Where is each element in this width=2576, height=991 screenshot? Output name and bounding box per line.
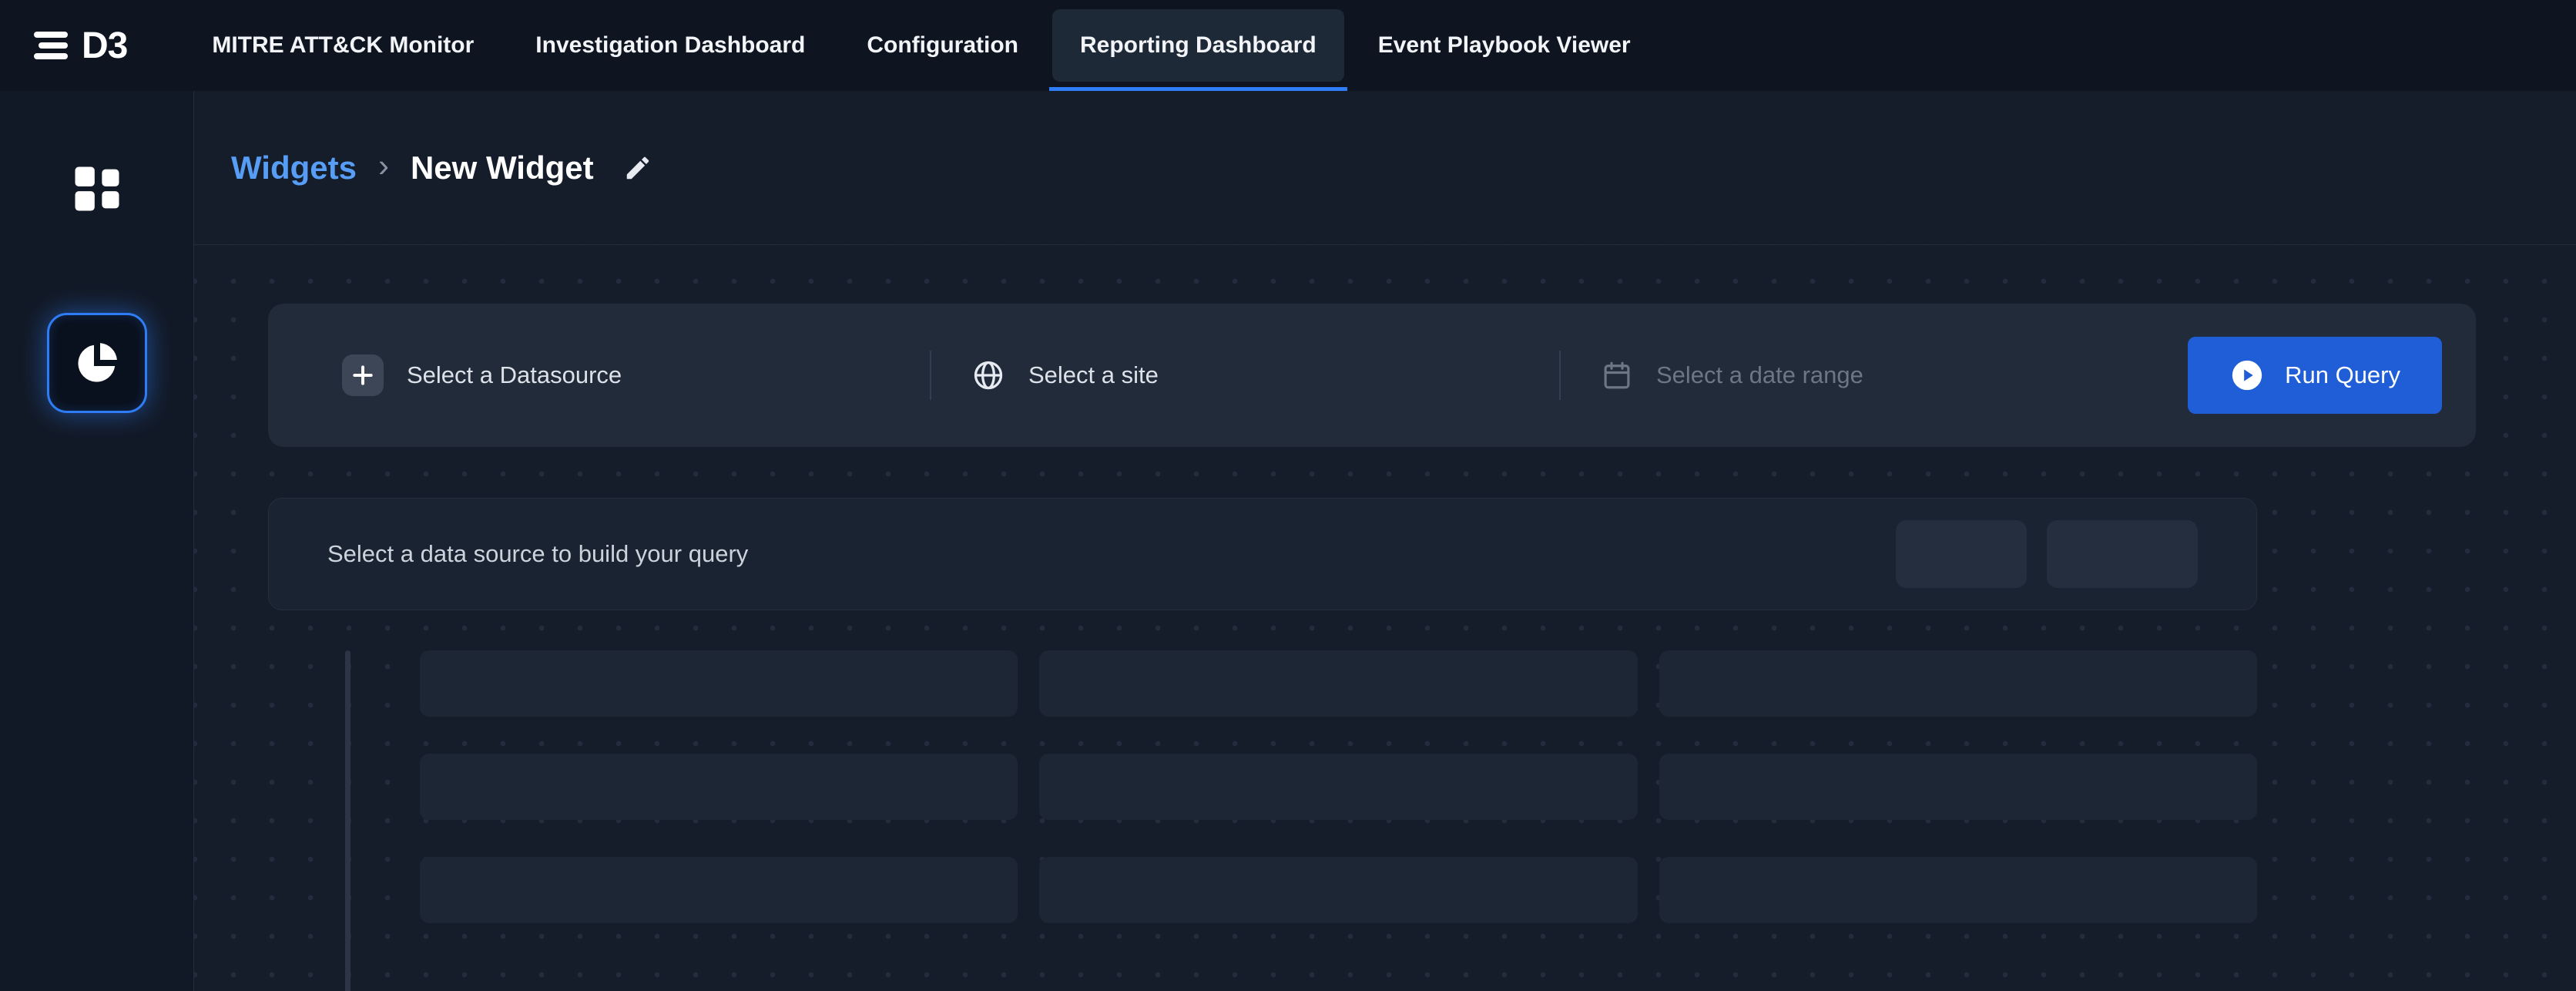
main-nav: MITRE ATT&CK Monitor Investigation Dashb… (181, 0, 1661, 91)
d3-logo-icon (31, 29, 71, 62)
site-selector[interactable]: Select a site (931, 358, 1559, 392)
dashboard-grid-icon (68, 160, 126, 218)
nav-label: Configuration (867, 32, 1018, 59)
page-title: New Widget (411, 149, 594, 186)
builder-empty-message: Select a data source to build your query (327, 540, 748, 568)
skeleton-pill (2047, 520, 2198, 588)
app-shell: Widgets › New Widget Select a D (0, 91, 2576, 991)
skeleton-bar (420, 754, 1018, 820)
skeleton-bar (420, 650, 1018, 717)
nav-investigation-dashboard[interactable]: Investigation Dashboard (505, 0, 836, 91)
skeleton-bar (420, 857, 1018, 923)
skeleton-grid (420, 650, 2257, 923)
pencil-icon (623, 153, 652, 183)
nav-mitre-attack-monitor[interactable]: MITRE ATT&CK Monitor (181, 0, 505, 91)
skeleton-bar (1659, 754, 2257, 820)
top-navbar: D3 MITRE ATT&CK Monitor Investigation Da… (0, 0, 2576, 91)
main-area: Widgets › New Widget Select a D (194, 91, 2576, 991)
skeleton-pill (1896, 520, 2027, 588)
datasource-selector[interactable]: Select a Datasource (302, 354, 930, 396)
plus-icon (351, 363, 375, 388)
nav-label: Reporting Dashboard (1080, 32, 1317, 59)
nav-reporting-dashboard[interactable]: Reporting Dashboard (1049, 0, 1347, 91)
nav-label: Investigation Dashboard (535, 32, 805, 59)
sidebar-item-dashboards[interactable] (47, 139, 147, 239)
skeleton-bar (1039, 754, 1637, 820)
nav-event-playbook-viewer[interactable]: Event Playbook Viewer (1347, 0, 1662, 91)
query-toolbar: Select a Datasource Select a site (268, 304, 2476, 447)
d3-logo[interactable]: D3 (31, 0, 127, 91)
skeleton-bar (1039, 650, 1637, 717)
breadcrumb-widgets-link[interactable]: Widgets (231, 149, 357, 186)
results-skeleton (268, 650, 2476, 991)
date-range-selector[interactable]: Select a date range (1561, 359, 2188, 391)
calendar-icon (1601, 359, 1633, 391)
pie-chart-icon (72, 338, 122, 388)
edit-title-button[interactable] (623, 153, 652, 183)
nav-label: Event Playbook Viewer (1378, 32, 1631, 59)
widget-builder-canvas: Select a Datasource Select a site (194, 245, 2576, 991)
add-datasource-icon-wrap (342, 354, 384, 396)
globe-icon (971, 358, 1005, 392)
site-selector-label: Select a site (1028, 361, 1159, 389)
breadcrumb: Widgets › New Widget (194, 91, 2576, 245)
logo-text: D3 (82, 25, 127, 67)
skeleton-bar (1659, 650, 2257, 717)
left-sidebar (0, 91, 194, 991)
nav-label: MITRE ATT&CK Monitor (212, 32, 474, 59)
builder-empty-state: Select a data source to build your query (268, 498, 2257, 610)
nav-configuration[interactable]: Configuration (836, 0, 1049, 91)
skeleton-bar (1659, 857, 2257, 923)
run-query-label: Run Query (2285, 361, 2400, 389)
date-range-placeholder: Select a date range (1656, 361, 1863, 389)
datasource-selector-label: Select a Datasource (407, 361, 622, 389)
sidebar-item-widgets[interactable] (47, 313, 147, 413)
play-icon (2229, 358, 2265, 393)
breadcrumb-separator: › (378, 147, 389, 184)
skeleton-bar (1039, 857, 1637, 923)
skeleton-axis-bar (345, 650, 351, 991)
run-query-button[interactable]: Run Query (2188, 337, 2442, 414)
